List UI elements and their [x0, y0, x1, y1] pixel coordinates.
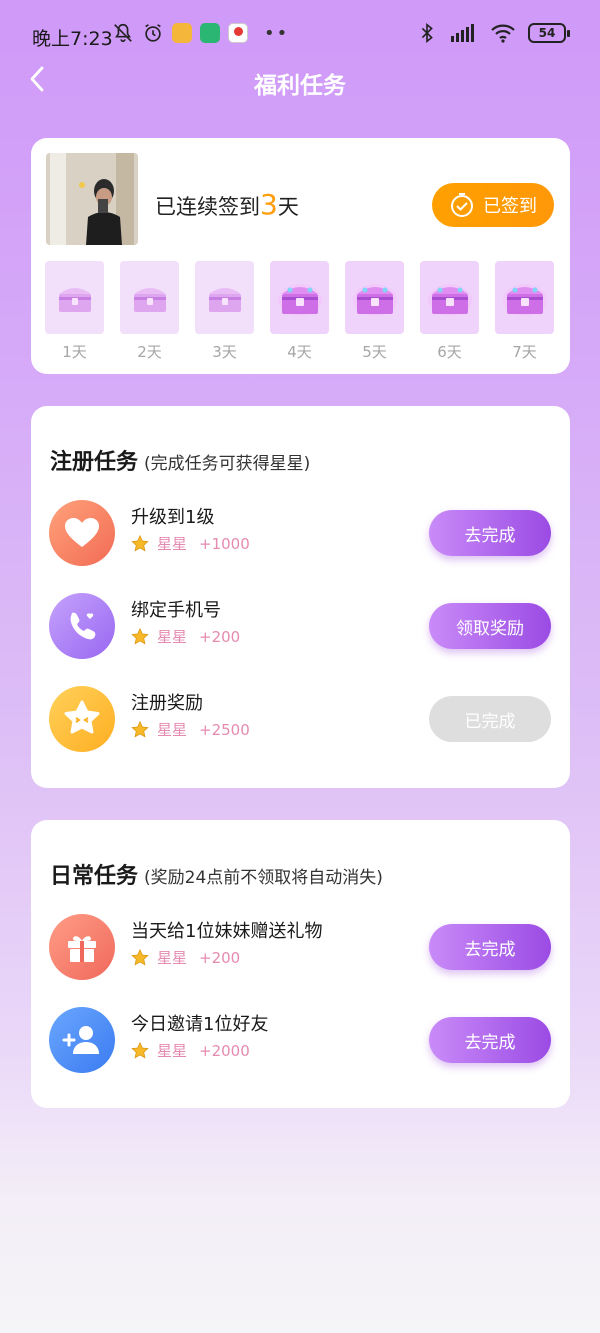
- checkin-prefix: 已连续签到: [155, 195, 260, 219]
- reward-label: 星星: [157, 535, 188, 553]
- signed-in-label: 已签到: [483, 196, 537, 217]
- task-row: 今日邀请1位好友 星星 +2000 去完成: [31, 1007, 570, 1077]
- battery-indicator: 54: [528, 23, 570, 43]
- task-row: 绑定手机号 星星 +200 领取奖励: [31, 593, 570, 663]
- register-section-title: 注册任务 (完成任务可获得星星): [50, 444, 310, 476]
- treasure-chest-icon: [277, 283, 322, 316]
- star-icon: [131, 1041, 149, 1058]
- day-label-3: 3天: [212, 343, 237, 361]
- star-icon: [131, 627, 149, 644]
- battery-level: 54: [538, 26, 556, 40]
- timer-check-icon: [451, 193, 473, 217]
- task-title: 升级到1级: [131, 507, 215, 528]
- reward-label: 星星: [157, 949, 188, 967]
- task-row: 当天给1位妹妹赠送礼物 星星 +200 去完成: [31, 914, 570, 984]
- day-label-1: 1天: [62, 343, 87, 361]
- task-title: 注册奖励: [131, 693, 203, 714]
- chest-day-5[interactable]: [345, 261, 404, 334]
- page-title: 福利任务: [254, 73, 346, 99]
- reward-label: 星星: [157, 1042, 188, 1060]
- reward-label: 星星: [157, 628, 188, 646]
- star-face-icon: [49, 686, 115, 752]
- signed-in-button[interactable]: 已签到: [432, 183, 554, 227]
- reward-amount: +200: [199, 627, 241, 646]
- treasure-chest-icon: [352, 283, 397, 316]
- avatar[interactable]: [46, 153, 138, 245]
- checkin-status-text: 已连续签到3天: [155, 188, 299, 221]
- task-reward: 星星 +1000: [131, 533, 250, 554]
- day-label-2: 2天: [137, 343, 162, 361]
- checkin-days-row: 1天 2天 3天 4天 5天 6天 7天: [45, 261, 556, 361]
- treasure-chest-icon: [208, 287, 241, 312]
- task-row: 注册奖励 星星 +2500 已完成: [31, 686, 570, 756]
- task-title: 当天给1位妹妹赠送礼物: [131, 921, 323, 942]
- section-subtitle: (奖励24点前不领取将自动消失): [144, 868, 383, 888]
- avatar-photo: [46, 153, 138, 245]
- status-icons-right: 54: [416, 22, 570, 44]
- header: 福利任务: [0, 58, 600, 102]
- status-time: 晚上7:23: [32, 28, 113, 50]
- reward-label: 星星: [157, 721, 188, 739]
- reward-amount: +2500: [199, 720, 250, 739]
- task-reward: 星星 +2000: [131, 1040, 250, 1061]
- star-icon: [131, 534, 149, 551]
- task-title: 今日邀请1位好友: [131, 1014, 269, 1035]
- star-icon: [131, 948, 149, 965]
- register-tasks-card: 注册任务 (完成任务可获得星星) 升级到1级 星星 +1000 去完成 绑定手机号…: [31, 406, 570, 788]
- status-icons-left: ••: [112, 22, 289, 44]
- chest-day-6[interactable]: [420, 261, 479, 334]
- mute-icon: [114, 23, 132, 43]
- day-label-4: 4天: [287, 343, 312, 361]
- task-row: 升级到1级 星星 +1000 去完成: [31, 500, 570, 570]
- chest-day-2: [120, 261, 179, 334]
- signal-icon: [451, 24, 474, 42]
- section-title-text: 日常任务: [50, 864, 139, 889]
- checkin-suffix: 天: [277, 195, 299, 219]
- star-icon: [131, 720, 149, 737]
- notes-app-icon: [172, 23, 192, 43]
- task-reward: 星星 +200: [131, 626, 240, 647]
- day-label-6: 6天: [437, 343, 462, 361]
- add-friend-icon: [49, 1007, 115, 1073]
- chest-day-4[interactable]: [270, 261, 329, 334]
- completed-button: 已完成: [429, 696, 551, 742]
- treasure-chest-icon: [58, 287, 91, 312]
- task-reward: 星星 +200: [131, 947, 240, 968]
- day-label-7: 7天: [512, 343, 537, 361]
- shield-app-icon: [200, 23, 220, 43]
- daily-section-title: 日常任务 (奖励24点前不领取将自动消失): [50, 858, 383, 890]
- section-title-text: 注册任务: [50, 450, 139, 475]
- checkin-card: 已连续签到3天 已签到 1天 2天 3天 4天 5天 6天 7天: [31, 138, 570, 374]
- map-app-icon: [228, 23, 248, 43]
- chest-day-3: [195, 261, 254, 334]
- treasure-chest-icon: [133, 287, 166, 312]
- more-notifications-icon: ••: [264, 22, 290, 44]
- claim-reward-button[interactable]: 领取奖励: [429, 603, 551, 649]
- section-subtitle: (完成任务可获得星星): [144, 454, 311, 474]
- chest-day-1: [45, 261, 104, 334]
- reward-amount: +2000: [199, 1041, 250, 1060]
- task-reward: 星星 +2500: [131, 719, 250, 740]
- checkin-days-count: 3: [260, 188, 278, 221]
- heart-icon: [49, 500, 115, 566]
- day-label-5: 5天: [362, 343, 387, 361]
- daily-tasks-card: 日常任务 (奖励24点前不领取将自动消失) 当天给1位妹妹赠送礼物 星星 +200…: [31, 820, 570, 1108]
- wifi-icon: [491, 24, 515, 43]
- treasure-chest-icon: [502, 283, 547, 316]
- bluetooth-icon: [421, 23, 433, 43]
- chest-day-7[interactable]: [495, 261, 554, 334]
- go-complete-button[interactable]: 去完成: [429, 924, 551, 970]
- task-title: 绑定手机号: [131, 600, 221, 621]
- alarm-icon: [145, 24, 161, 42]
- treasure-chest-icon: [427, 283, 472, 316]
- reward-amount: +1000: [199, 534, 250, 553]
- reward-amount: +200: [199, 948, 241, 967]
- go-complete-button[interactable]: 去完成: [429, 1017, 551, 1063]
- go-complete-button[interactable]: 去完成: [429, 510, 551, 556]
- gift-icon: [49, 914, 115, 980]
- phone-call-icon: [49, 593, 115, 659]
